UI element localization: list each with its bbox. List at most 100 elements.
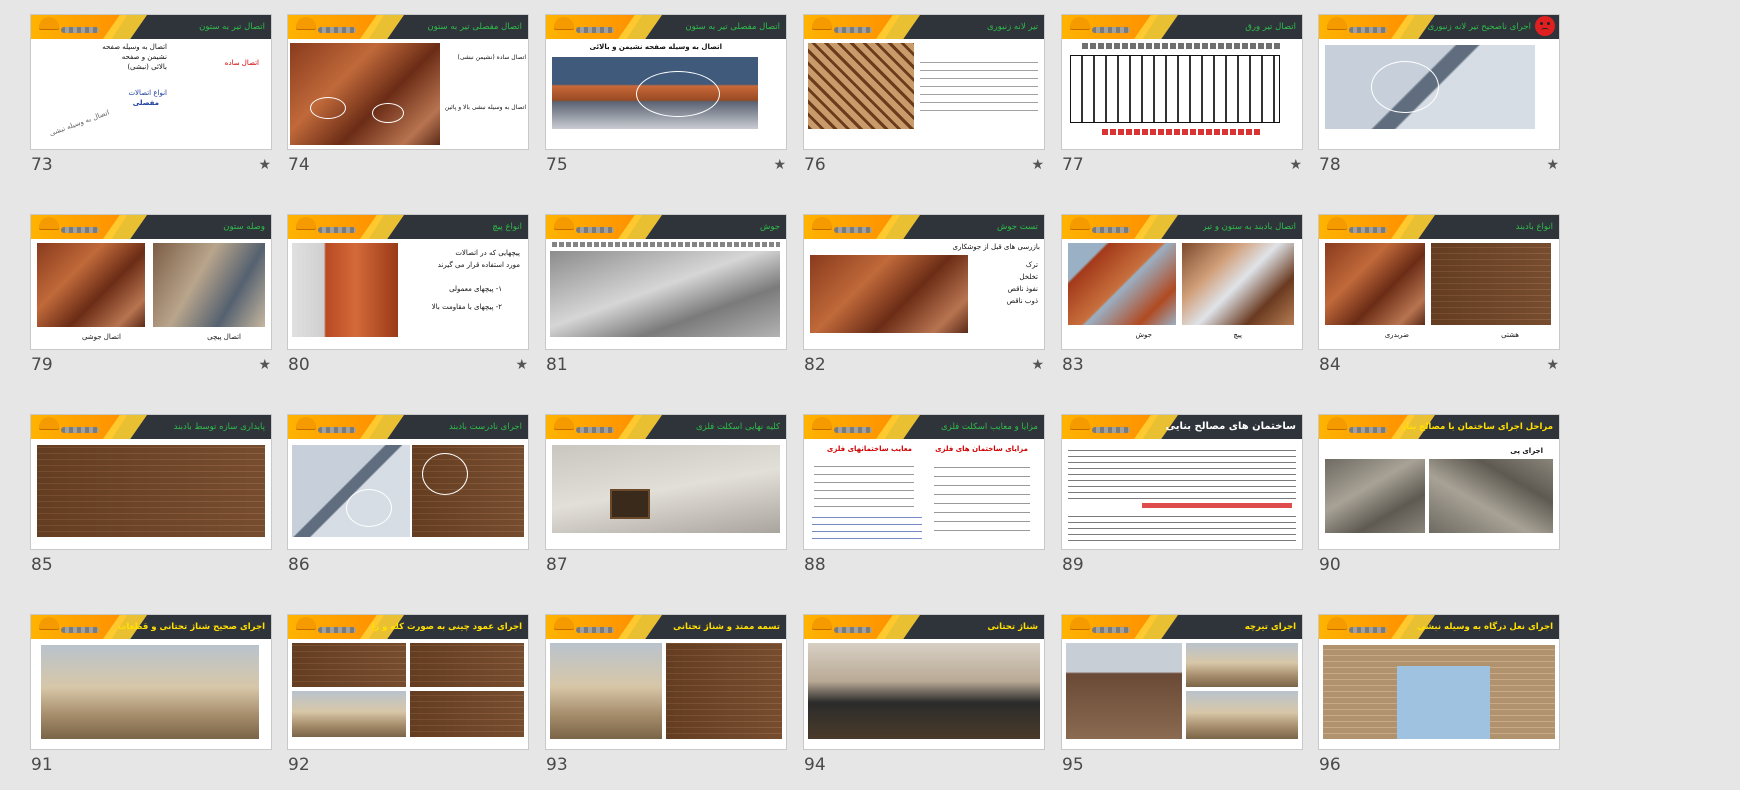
slide-preview[interactable]: اجرای نعل درگاه به وسیله نبشی [1319,615,1559,749]
slide-photo [552,445,780,533]
slide-title: انواع پیچ [492,222,522,232]
slide-preview[interactable]: اجرای صحیح شناژ تحتانی و قطعات [31,615,271,749]
slide-thumbnail[interactable]: اجرای ناصحیح تیر لانه زنبوری 78 ★ [1319,15,1559,175]
star-icon: ★ [258,357,271,373]
slide-number: 77 [1062,155,1084,175]
slide-preview[interactable]: وصله ستون اتصال جوشی اتصال پیچی [31,215,271,349]
slide-preview[interactable]: مزایا و معایب اسکلت فلزی مزایای ساختمان … [804,415,1044,549]
slide-text-block [920,55,1038,117]
slide-content [1062,639,1302,749]
slide-preview[interactable]: اتصال تیر به ستون اتصال به وسیله صفحه نش… [31,15,271,149]
slide-photo [292,445,410,537]
slide-title: تست جوش [996,222,1038,232]
slide-number: 95 [1062,755,1084,775]
slide-preview[interactable]: تیر لانه زنبوری [804,15,1044,149]
slide-thumbnail[interactable]: تست جوش بازرسی های قبل از جوشکاری ترک تخ… [804,215,1044,375]
slide-content [804,639,1044,749]
slide-thumbnail[interactable]: اجرای نادرست بادبند 86 [288,415,528,575]
slide-photo [1066,643,1182,739]
slide-preview[interactable]: پایداری سازه توسط بادبند [31,415,271,549]
slide-preview[interactable]: اجرای تیرچه [1062,615,1302,749]
slide-preview[interactable]: ساختمان های مصالح بنایی [1062,415,1302,549]
slide-preview[interactable]: مراحل اجرای ساختمان با مصالح بنایی اجرای… [1319,415,1559,549]
slide-photo [1325,45,1535,129]
slide-preview[interactable]: انواع پیچ پیچهایی که در اتصالات مورد است… [288,215,528,349]
slide-preview[interactable]: اجرای عمود چینی به صورت کله و راسته [288,615,528,749]
slide-thumbnail[interactable]: انواع پیچ پیچهایی که در اتصالات مورد است… [288,215,528,375]
star-icon: ★ [258,157,271,173]
slide-content [546,239,786,349]
slide-thumbnail[interactable]: اتصال تیر ورق 77 ★ [1062,15,1302,175]
slide-thumbnail[interactable]: تیر لانه زنبوری 76 ★ [804,15,1044,175]
slide-header-band: انواع بادبند [1319,215,1559,239]
slide-text-block [1068,511,1296,541]
slide-header-band: اجرای نعل درگاه به وسیله نبشی [1319,615,1559,639]
slide-photo [808,43,914,129]
slide-thumbnail[interactable]: شناژ تحتانی 94 [804,615,1044,775]
bolt-icon [61,427,99,433]
slide-caption: اتصال پیچی [207,333,241,341]
slide-thumbnail[interactable]: اجرای نعل درگاه به وسیله نبشی 96 [1319,615,1559,775]
slide-thumbnail[interactable]: جوش 81 [546,215,786,375]
slide-caption: پیچ [1233,331,1242,339]
slide-preview[interactable]: انواع بادبند ضربدری هشتی [1319,215,1559,349]
slide-preview[interactable]: تست جوش بازرسی های قبل از جوشکاری ترک تخ… [804,215,1044,349]
slide-thumbnail[interactable]: اجرای عمود چینی به صورت کله و راسته 92 [288,615,528,775]
slide-text: اجرای پی [1510,447,1543,455]
slide-title: اتصال تیر به ستون [199,22,265,32]
slide-photo [153,243,265,327]
slide-thumbnail[interactable]: اجرای صحیح شناژ تحتانی و قطعات 91 [31,615,271,775]
slide-thumbnail[interactable]: اتصال بادبند به ستون و تیر جوش پیچ 83 [1062,215,1302,375]
slide-title: اجرای نادرست بادبند [448,422,522,432]
slide-photo [1429,459,1553,533]
slide-thumbnail[interactable]: اجرای تیرچه 95 [1062,615,1302,775]
slide-title: اجرای تیرچه [1244,622,1296,632]
slide-title: اجرای ناصحیح تیر لانه زنبوری [1427,22,1531,32]
slide-photo [1182,243,1294,325]
slide-preview[interactable]: اتصال تیر ورق [1062,15,1302,149]
slide-thumbnail[interactable]: تسمه ممتد و شناژ تحتانی 93 [546,615,786,775]
slide-content: پیچهایی که در اتصالات مورد استفاده قرار … [288,239,528,349]
slide-photo [1431,243,1551,325]
slide-header-band: اتصال تیر ورق [1062,15,1302,39]
sad-face-icon [1535,16,1555,36]
slide-photo [292,643,406,687]
slide-preview[interactable]: اجرای نادرست بادبند [288,415,528,549]
slide-title: ساختمان های مصالح بنایی [1165,421,1296,432]
slide-content: بازرسی های قبل از جوشکاری ترک تخلخل نفوذ… [804,239,1044,349]
slide-number: 81 [546,355,568,375]
slide-thumbnail[interactable]: ساختمان های مصالح بنایی 89 [1062,415,1302,575]
slide-header-band: ساختمان های مصالح بنایی [1062,415,1302,439]
slide-preview[interactable]: شناژ تحتانی [804,615,1044,749]
slide-content: مزایای ساختمان های فلزی معایب ساختمانهای… [804,439,1044,549]
slide-preview[interactable]: جوش [546,215,786,349]
bolt-icon [1092,27,1130,33]
slide-thumbnail[interactable]: مراحل اجرای ساختمان با مصالح بنایی اجرای… [1319,415,1559,575]
slide-preview[interactable]: تسمه ممتد و شناژ تحتانی [546,615,786,749]
slide-preview[interactable]: اتصال مفصلی تیر به ستون اتصال به وسیله ص… [546,15,786,149]
bolt-icon [318,227,356,233]
slide-preview[interactable]: کلیه نهایی اسکلت فلزی [546,415,786,549]
slide-preview[interactable]: اتصال بادبند به ستون و تیر جوش پیچ [1062,215,1302,349]
slide-thumbnail[interactable]: وصله ستون اتصال جوشی اتصال پیچی 79 ★ [31,215,271,375]
slide-thumbnail[interactable]: اتصال مفصلی تیر به ستون اتصال به وسیله ص… [546,15,786,175]
slide-number: 92 [288,755,310,775]
slide-thumbnail[interactable]: انواع بادبند ضربدری هشتی 84 ★ [1319,215,1559,375]
bolt-icon [1349,27,1387,33]
slide-title: اجرای نعل درگاه به وسیله نبشی [1417,622,1553,632]
slide-number: 90 [1319,555,1341,575]
slide-thumbnail[interactable]: اتصال مفصلی تیر به ستون اتصال ساده (نشیم… [288,15,528,175]
slide-thumbnail[interactable]: پایداری سازه توسط بادبند 85 [31,415,271,575]
slide-thumbnail[interactable]: کلیه نهایی اسکلت فلزی 87 [546,415,786,575]
slide-header-band: مراحل اجرای ساختمان با مصالح بنایی [1319,415,1559,439]
slide-thumbnail[interactable]: مزایا و معایب اسکلت فلزی مزایای ساختمان … [804,415,1044,575]
bolt-icon [834,627,872,633]
slide-preview[interactable]: اتصال مفصلی تیر به ستون اتصال ساده (نشیم… [288,15,528,149]
bolt-icon [1349,627,1387,633]
slide-caption: جوش [1135,331,1153,339]
bolt-icon [1092,427,1130,433]
slide-thumbnail[interactable]: اتصال تیر به ستون اتصال به وسیله صفحه نش… [31,15,271,175]
slide-preview[interactable]: اجرای ناصحیح تیر لانه زنبوری [1319,15,1559,149]
slide-photo [1325,459,1425,533]
slide-number: 80 [288,355,310,375]
